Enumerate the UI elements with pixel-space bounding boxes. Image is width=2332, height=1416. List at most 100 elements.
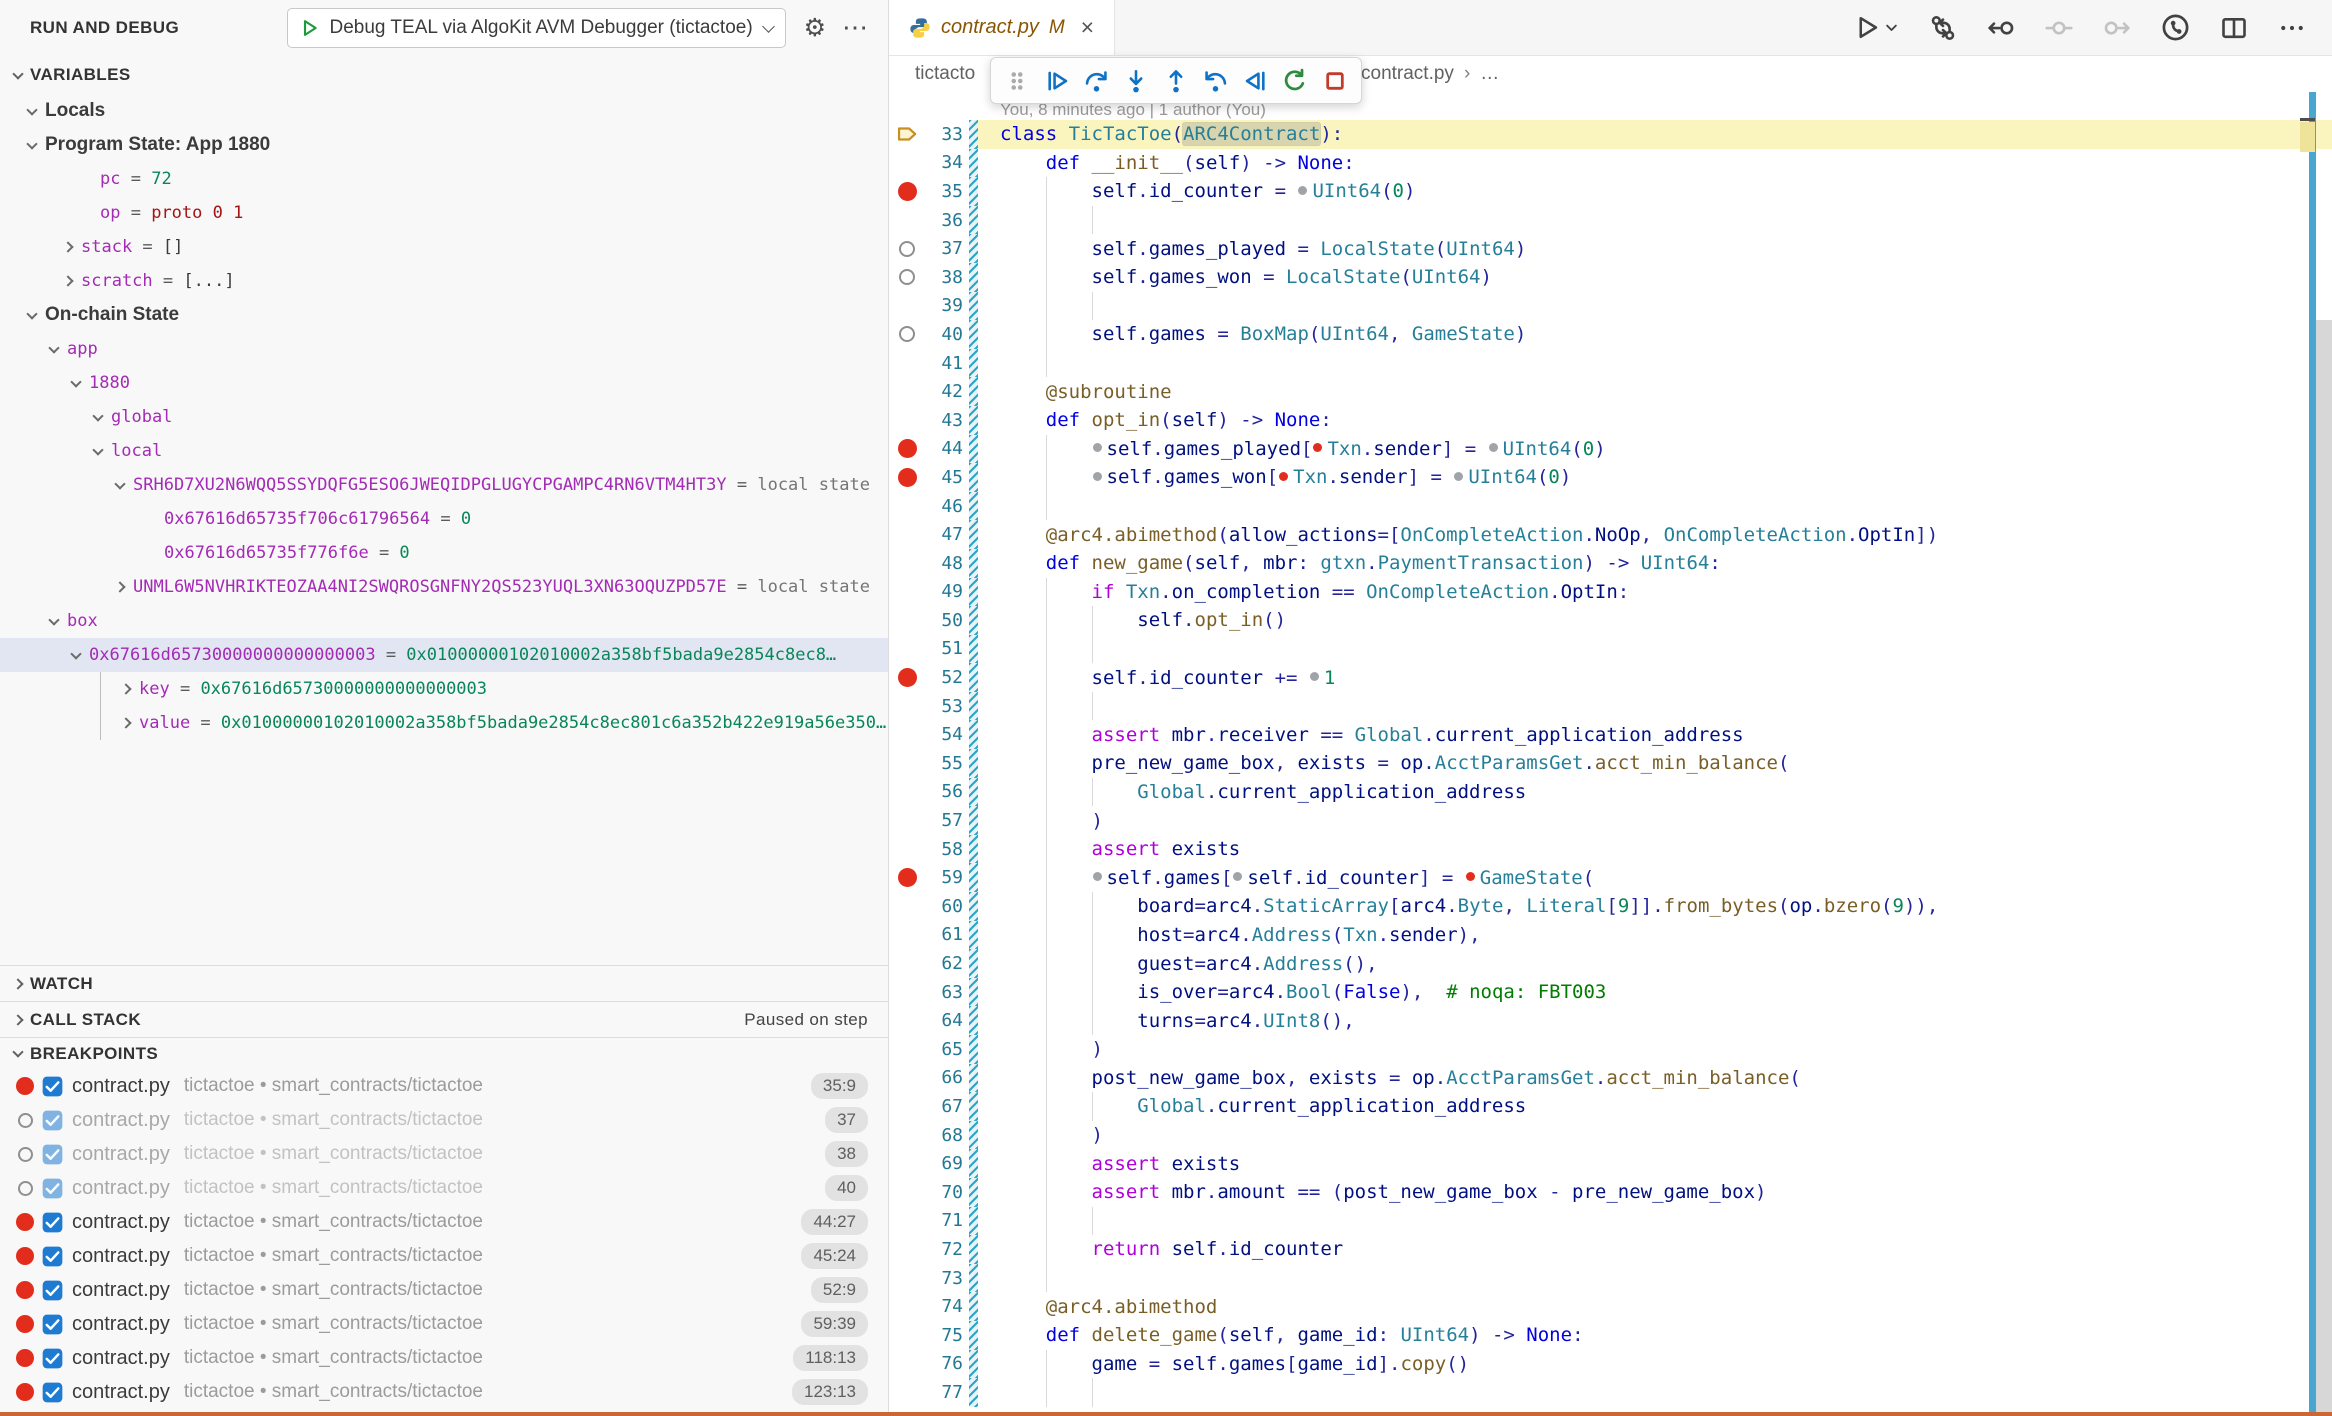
code-line[interactable]: 49 if Txn.on_completion == OnCompleteAct… <box>889 578 2332 607</box>
next-change-button[interactable] <box>2103 14 2131 42</box>
chevron-down-icon[interactable] <box>92 444 103 455</box>
gear-icon[interactable]: ⚙ <box>804 16 826 41</box>
breakpoint-row[interactable]: contract.pytictactoe • smart_contracts/t… <box>0 1273 888 1307</box>
breakpoint-gutter[interactable] <box>889 182 925 201</box>
tree-row[interactable]: 0x67616d65735f776f6e = 0 <box>0 536 888 570</box>
step-over-button[interactable] <box>1077 61 1117 101</box>
breakpoint-gutter[interactable] <box>889 326 925 342</box>
code-line[interactable]: 36 <box>889 206 2332 235</box>
code-line[interactable]: 41 <box>889 349 2332 378</box>
restart-button[interactable] <box>1275 61 1315 101</box>
breakpoint-unverified-icon[interactable] <box>899 241 915 257</box>
chevron-down-icon[interactable] <box>114 478 125 489</box>
breakpoint-row[interactable]: contract.pytictactoe • smart_contracts/t… <box>0 1239 888 1273</box>
step-into-button[interactable] <box>1116 61 1156 101</box>
tree-row[interactable]: box <box>0 604 888 638</box>
tree-row[interactable]: app <box>0 332 888 366</box>
tree-row[interactable]: stack = [] <box>0 230 888 264</box>
code-line[interactable]: 61 host=arc4.Address(Txn.sender), <box>889 921 2332 950</box>
inline-breakpoint-icon[interactable] <box>1466 872 1475 881</box>
chevron-down-icon[interactable] <box>92 410 103 421</box>
code-line[interactable]: 53 <box>889 692 2332 721</box>
scrollbar-thumb[interactable] <box>2316 320 2332 1412</box>
breakpoint-gutter[interactable] <box>889 269 925 285</box>
inline-breakpoint-candidate-icon[interactable] <box>1454 472 1463 481</box>
breakpoint-icon[interactable] <box>898 668 917 687</box>
inline-breakpoint-candidate-icon[interactable] <box>1310 672 1319 681</box>
breakpoint-checkbox[interactable] <box>42 1280 63 1301</box>
code-line[interactable]: 72 return self.id_counter <box>889 1235 2332 1264</box>
breadcrumb-folder[interactable]: tictacto <box>915 63 975 85</box>
breakpoint-checkbox[interactable] <box>42 1382 63 1403</box>
code-line[interactable]: 44 self.games_played[Txn.sender] = UInt6… <box>889 435 2332 464</box>
tree-row[interactable]: key = 0x67616d65730000000000000003 <box>0 672 888 706</box>
chevron-down-icon[interactable] <box>48 614 59 625</box>
source-control-graph-button[interactable] <box>2161 13 2190 42</box>
breakpoint-checkbox[interactable] <box>42 1314 63 1335</box>
code-line[interactable]: 54 assert mbr.receiver == Global.current… <box>889 720 2332 749</box>
breakpoint-icon[interactable] <box>898 868 917 887</box>
breakpoint-gutter[interactable] <box>889 241 925 257</box>
tree-row[interactable]: op = proto 0 1 <box>0 196 888 230</box>
tree-row[interactable]: scratch = [...] <box>0 264 888 298</box>
breakpoint-checkbox[interactable] <box>42 1246 63 1267</box>
code-line[interactable]: 51 <box>889 635 2332 664</box>
inline-breakpoint-candidate-icon[interactable] <box>1489 443 1498 452</box>
code-line[interactable]: 50 self.opt_in() <box>889 606 2332 635</box>
tree-row[interactable]: UNML6W5NVHRIKTEOZAA4NI2SWQROSGNFNY2QS523… <box>0 570 888 604</box>
code-line[interactable]: 64 turns=arc4.UInt8(), <box>889 1006 2332 1035</box>
code-line[interactable]: 34 def __init__(self) -> None: <box>889 149 2332 178</box>
code-line[interactable]: 33class TicTacToe(ARC4Contract): <box>889 120 2332 149</box>
chevron-right-icon[interactable] <box>114 581 125 592</box>
breakpoint-icon[interactable] <box>898 468 917 487</box>
code-line[interactable]: 66 post_new_game_box, exists = op.AcctPa… <box>889 1064 2332 1093</box>
run-button[interactable] <box>1854 14 1899 41</box>
breakpoint-gutter[interactable] <box>889 439 925 458</box>
tree-row[interactable]: Locals <box>0 94 888 128</box>
code-line[interactable]: 47 @arc4.abimethod(allow_actions=[OnComp… <box>889 520 2332 549</box>
chevron-right-icon[interactable] <box>120 717 131 728</box>
inline-breakpoint-candidate-icon[interactable] <box>1093 443 1102 452</box>
code-line[interactable]: 67 Global.current_application_address <box>889 1092 2332 1121</box>
drag-handle-icon[interactable] <box>997 61 1037 101</box>
inline-breakpoint-icon[interactable] <box>1279 472 1288 481</box>
breakpoint-row[interactable]: contract.pytictactoe • smart_contracts/t… <box>0 1103 888 1137</box>
breakpoint-row[interactable]: contract.pytictactoe • smart_contracts/t… <box>0 1205 888 1239</box>
chevron-down-icon[interactable] <box>70 376 81 387</box>
code-line[interactable]: 58 assert exists <box>889 835 2332 864</box>
start-debug-icon[interactable] <box>300 17 320 39</box>
chevron-down-icon[interactable] <box>26 138 37 149</box>
breadcrumb-file[interactable]: contract.py <box>1361 63 1454 85</box>
more-button[interactable] <box>2278 14 2306 42</box>
code-line[interactable]: 63 is_over=arc4.Bool(False), # noqa: FBT… <box>889 978 2332 1007</box>
variables-section-header[interactable]: VARIABLES <box>0 56 888 94</box>
tree-row[interactable]: value = 0x01000000102010002a358bf5bada9e… <box>0 706 888 740</box>
code-line[interactable]: 60 board=arc4.StaticArray[arc4.Byte, Lit… <box>889 892 2332 921</box>
breakpoint-checkbox[interactable] <box>42 1348 63 1369</box>
code-line[interactable]: 75 def delete_game(self, game_id: UInt64… <box>889 1321 2332 1350</box>
chevron-down-icon[interactable] <box>70 648 81 659</box>
breakpoint-row[interactable]: contract.pytictactoe • smart_contracts/t… <box>0 1069 888 1103</box>
breakpoint-unverified-icon[interactable] <box>899 269 915 285</box>
breakpoint-row[interactable]: contract.pytictactoe • smart_contracts/t… <box>0 1137 888 1171</box>
continue-button[interactable] <box>1037 61 1077 101</box>
step-out-button[interactable] <box>1156 61 1196 101</box>
more-actions-icon[interactable]: ⋯ <box>842 20 868 36</box>
code-line[interactable]: 73 <box>889 1264 2332 1293</box>
breakpoint-gutter[interactable] <box>889 668 925 687</box>
breakpoint-checkbox[interactable] <box>42 1076 63 1097</box>
code-line[interactable]: 74 @arc4.abimethod <box>889 1292 2332 1321</box>
tab-contract-py[interactable]: contract.py M × <box>889 0 1115 55</box>
code-line[interactable]: 69 assert exists <box>889 1149 2332 1178</box>
code-line[interactable]: 77 <box>889 1378 2332 1407</box>
code-line[interactable]: 68 ) <box>889 1121 2332 1150</box>
breakpoint-checkbox[interactable] <box>42 1110 63 1131</box>
chevron-right-icon[interactable] <box>62 275 73 286</box>
code-line[interactable]: 59 self.games[self.id_counter] = GameSta… <box>889 863 2332 892</box>
inline-breakpoint-icon[interactable] <box>1313 443 1322 452</box>
step-back-button[interactable] <box>1196 61 1236 101</box>
code-line[interactable]: 39 <box>889 292 2332 321</box>
tree-row[interactable]: 0x67616d65735f706c61796564 = 0 <box>0 502 888 536</box>
code-line[interactable]: 62 guest=arc4.Address(), <box>889 949 2332 978</box>
stop-button[interactable] <box>1315 61 1355 101</box>
